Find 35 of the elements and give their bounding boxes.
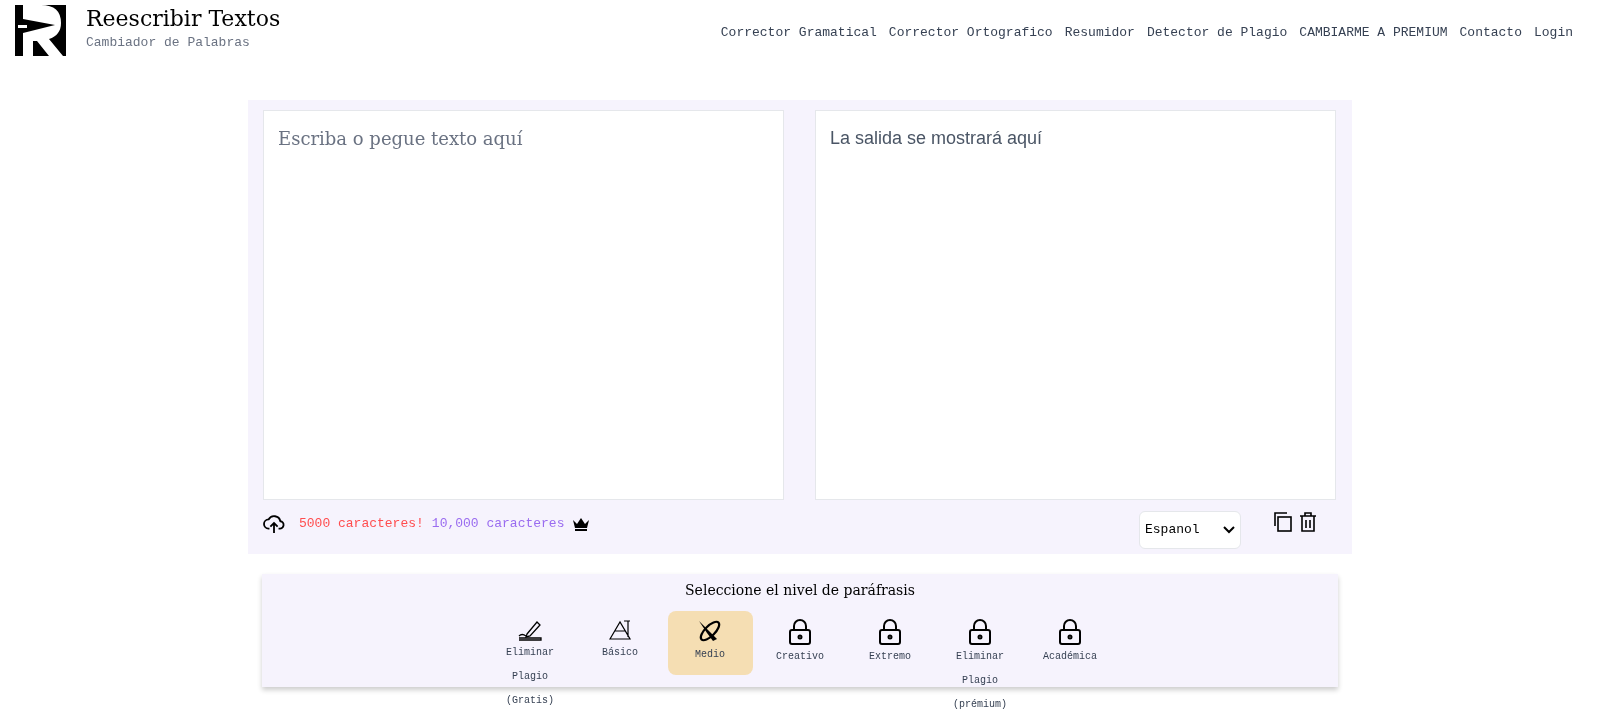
lock-icon [788,619,812,645]
pen-icon [517,619,543,641]
site-subtitle: Cambiador de Palabras [86,34,251,52]
level-title: Seleccione el nivel de paráfrasis [685,581,915,600]
site-title[interactable]: Reescribir Textos [86,5,281,33]
nav-link[interactable]: Corrector Gramatical [720,23,877,43]
lock-icon [878,619,902,645]
brush-icon [697,619,723,643]
crown-icon [572,517,591,531]
level-option[interactable]: Extremo [847,611,933,675]
chevron-down-icon [1223,526,1235,534]
level-option[interactable]: Académica [1027,611,1113,675]
copy-icon[interactable] [1273,512,1293,532]
logo-icon[interactable] [15,5,66,56]
level-option[interactable]: Medio [667,611,753,675]
output-field[interactable]: La salida se mostrará aquí [815,110,1336,500]
level-option[interactable]: Eliminar Plagio (prémium) [937,611,1023,721]
lock-icon [968,619,992,645]
nav-link[interactable]: Resumidor [1064,23,1135,43]
level-option[interactable]: Eliminar Plagio (Gratis) [487,611,573,717]
input-field[interactable]: Escriba o pegue texto aquí [263,110,784,500]
level-option[interactable]: Básico [577,611,663,675]
pencil-triangle-icon [608,619,632,641]
nav-link[interactable]: Contacto [1459,23,1522,43]
trash-icon[interactable] [1299,512,1317,532]
free-limit-text: 5000 caracteres! [299,515,424,534]
cloud-upload-icon[interactable] [263,514,285,534]
nav-link[interactable]: CAMBIARME A PREMIUM [1299,23,1448,43]
premium-limit-text: 10,000 caracteres [431,515,565,534]
nav-link[interactable]: Detector de Plagio [1146,23,1288,43]
lock-icon [1058,619,1082,645]
language-select[interactable]: Espanol [1139,511,1241,549]
nav-link[interactable]: Login [1534,23,1573,43]
level-option[interactable]: Creativo [757,611,843,675]
nav-link[interactable]: Corrector Ortografico [888,23,1053,43]
